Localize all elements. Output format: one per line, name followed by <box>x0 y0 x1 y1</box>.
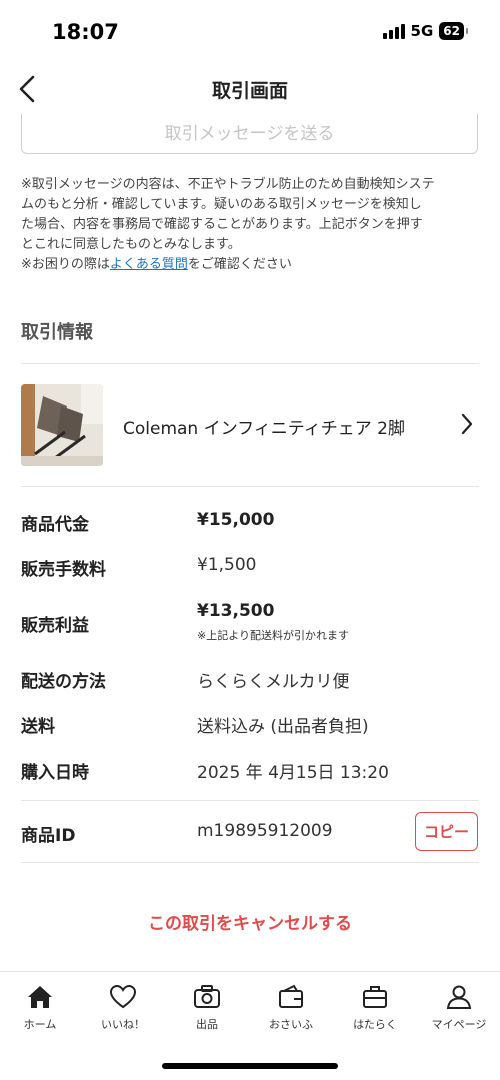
fee-label: 販売手数料 <box>21 560 106 580</box>
page-title: 取引画面 <box>211 80 288 102</box>
tab-label: はたらく <box>353 1018 397 1031</box>
notice-line: ※取引メッセージの内容は、不正やトラブル防止のため自動検知システ <box>21 177 435 192</box>
profit-note: ※上記より配送料が引かれます <box>197 629 349 642</box>
divider <box>21 800 479 801</box>
signal-icon <box>382 23 405 39</box>
divider <box>21 486 479 487</box>
item-thumbnail <box>21 384 103 466</box>
status-indicators: 5G 62 <box>382 22 468 40</box>
notice-line: ムのもと分析・確認しています。疑いのある取引メッセージを検知し <box>21 197 422 212</box>
notice-line: た場合、内容を事務局で確認することがあります。上記ボタンを押す <box>21 217 423 232</box>
chevron-right-icon <box>461 413 473 435</box>
battery-icon: 62 <box>439 22 468 40</box>
send-message-button[interactable]: 取引メッセージを送る <box>21 114 478 154</box>
tab-label: ホーム <box>23 1018 57 1031</box>
tab-work[interactable]: はたらく <box>333 982 417 1032</box>
notice-line: とこれに同意したものとみなします。 <box>21 237 241 252</box>
shipping-fee-value: 送料込み (出品者負担) <box>197 717 369 737</box>
tab-label: いいね！ <box>101 1018 145 1031</box>
purchase-date-value: 2025 年 4月15日 13:20 <box>197 763 389 783</box>
fee-value: ¥1,500 <box>197 555 257 575</box>
briefcase-icon <box>363 986 387 1008</box>
tab-label: 出品 <box>196 1018 218 1031</box>
profit-label: 販売利益 <box>21 616 89 636</box>
shipping-fee-label: 送料 <box>21 717 55 737</box>
home-indicator <box>162 1063 338 1069</box>
wallet-icon <box>279 984 303 1008</box>
item-row[interactable]: Coleman インフィニティチェア 2脚 <box>0 364 500 486</box>
faq-line: ※お困りの際はよくある質問をご確認ください <box>21 255 483 275</box>
nav-bar: 取引画面 <box>0 64 500 114</box>
person-icon <box>446 985 472 1009</box>
status-time: 18:07 <box>52 20 119 44</box>
price-value: ¥15,000 <box>197 510 275 530</box>
network-type: 5G <box>410 22 434 40</box>
section-title: 取引情報 <box>21 322 93 343</box>
home-icon <box>28 986 52 1008</box>
status-bar: 18:07 5G 62 <box>0 0 500 64</box>
shipping-method-label: 配送の方法 <box>21 672 106 692</box>
tab-sell[interactable]: 出品 <box>165 982 249 1032</box>
tab-label: おさいふ <box>269 1018 313 1031</box>
tab-mypage[interactable]: マイページ <box>417 982 500 1032</box>
tab-wallet[interactable]: おさいふ <box>249 982 333 1032</box>
item-id-label: 商品ID <box>21 826 76 846</box>
camera-icon <box>194 985 220 1008</box>
cancel-transaction-button[interactable]: この取引をキャンセルする <box>0 909 500 934</box>
item-id-value: m19895912009 <box>197 821 333 841</box>
copy-button[interactable]: コピー <box>415 812 478 851</box>
shipping-method-value: らくらくメルカリ便 <box>197 672 350 692</box>
tab-label: マイページ <box>431 1018 487 1031</box>
heart-icon <box>109 984 137 1009</box>
profit-value: ¥13,500 <box>197 601 275 621</box>
tab-home[interactable]: ホーム <box>0 982 82 1032</box>
tab-likes[interactable]: いいね！ <box>81 982 165 1032</box>
notice-text: ※取引メッセージの内容は、不正やトラブル防止のため自動検知システ ムのもと分析・… <box>21 175 483 275</box>
divider <box>21 862 479 863</box>
faq-link[interactable]: よくある質問 <box>110 257 188 272</box>
faq-prefix: ※お困りの際は <box>21 257 110 272</box>
item-name: Coleman インフィニティチェア 2脚 <box>123 419 405 439</box>
price-label: 商品代金 <box>21 515 89 535</box>
send-message-area: 取引メッセージを送る <box>0 114 500 156</box>
purchase-date-label: 購入日時 <box>21 763 89 783</box>
faq-suffix: をご確認ください <box>187 257 292 272</box>
